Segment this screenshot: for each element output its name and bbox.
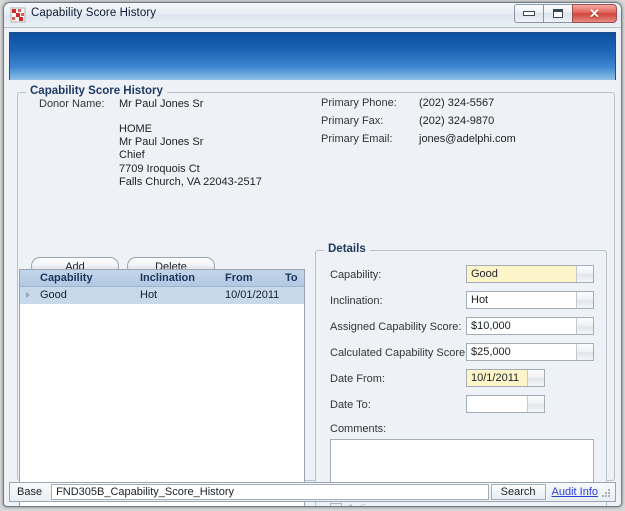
inclination-value: Hot	[471, 294, 489, 306]
address-line: HOME	[119, 123, 152, 135]
grid-header-from[interactable]: From	[221, 270, 281, 286]
inclination-select[interactable]: Hot	[466, 291, 594, 309]
chevron-down-icon[interactable]	[576, 266, 593, 282]
cell-inclination: Hot	[140, 289, 158, 301]
primary-email-label: Primary Email:	[321, 133, 393, 145]
title-bar: Capability Score History ✕	[4, 3, 621, 28]
group-title-main: Capability Score History	[26, 85, 167, 97]
primary-phone-label: Primary Phone:	[321, 97, 397, 109]
assigned-capability-score-select[interactable]: $10,000	[466, 317, 594, 335]
row-indicator	[20, 287, 36, 304]
grid-header-capability[interactable]: Capability	[36, 270, 136, 286]
calendar-dropdown-icon[interactable]	[527, 370, 544, 386]
calendar-dropdown-icon[interactable]	[527, 396, 544, 412]
address-line: Mr Paul Jones Sr	[119, 136, 204, 149]
date-to-label: Date To:	[330, 399, 371, 411]
active-checkbox: Active	[330, 503, 377, 506]
cell-capability: Good	[40, 289, 67, 301]
assigned-capability-score-value: $10,000	[471, 320, 511, 332]
calculated-capability-score-select[interactable]: $25,000	[466, 343, 594, 361]
address-line: Falls Church, VA 22043-2517	[119, 175, 262, 188]
primary-email-value: jones@adelphi.com	[419, 133, 516, 145]
capability-label: Capability:	[330, 269, 382, 281]
comments-label: Comments:	[330, 423, 387, 435]
maximize-icon	[553, 9, 563, 18]
active-label: Active	[347, 503, 377, 506]
table-row[interactable]: Good Hot 10/01/2011	[20, 287, 304, 304]
resize-grip-icon[interactable]	[602, 487, 612, 497]
cell-from: 10/01/2011	[225, 289, 280, 301]
capability-value: Good	[471, 268, 498, 280]
grid-header-inclination[interactable]: Inclination	[136, 270, 221, 286]
minimize-icon	[523, 11, 535, 16]
audit-info-link[interactable]: Audit Info	[548, 486, 602, 498]
chevron-down-icon[interactable]	[576, 292, 593, 308]
date-to-value	[467, 396, 527, 412]
address-line: Chief	[119, 149, 145, 162]
group-title-details: Details	[324, 243, 370, 255]
chevron-down-icon[interactable]	[576, 318, 593, 334]
capability-grid[interactable]: Capability Inclination From To Good Hot …	[19, 269, 305, 506]
close-button[interactable]: ✕	[572, 4, 617, 23]
date-from-label: Date From:	[330, 373, 386, 385]
header-banner	[9, 32, 616, 80]
date-from-picker[interactable]: 10/1/2011	[466, 369, 545, 387]
primary-fax-value: (202) 324-9870	[419, 115, 495, 127]
minimize-button[interactable]	[514, 4, 543, 23]
window-controls: ✕	[514, 4, 617, 23]
checkbox-checked-icon	[330, 503, 342, 506]
search-button[interactable]: Search	[490, 484, 546, 500]
donor-name-value: Mr Paul Jones Sr	[119, 98, 204, 110]
app-icon	[10, 7, 26, 23]
date-from-value: 10/1/2011	[471, 372, 520, 384]
donor-address: HOME Mr Paul Jones Sr Chief 7709 Iroquoi…	[119, 123, 262, 189]
close-icon: ✕	[589, 6, 600, 21]
details-group: Details Capability: Good Inclination: Ho…	[315, 243, 607, 506]
primary-fax-label: Primary Fax:	[321, 115, 384, 127]
date-to-picker[interactable]	[466, 395, 545, 413]
status-bar: Base FND305B_Capability_Score_History Se…	[9, 482, 616, 502]
base-label: Base	[17, 486, 43, 498]
address-line: 7709 Iroquois Ct	[119, 162, 200, 175]
maximize-button[interactable]	[543, 4, 572, 23]
grid-header-indicator	[20, 270, 36, 286]
calculated-capability-score-label: Calculated Capability Score:	[330, 347, 469, 359]
capability-select[interactable]: Good	[466, 265, 594, 283]
primary-phone-value: (202) 324-5567	[419, 97, 495, 109]
form-name-field[interactable]: FND305B_Capability_Score_History	[51, 484, 489, 500]
form-body: Capability Score History Donor Name: Mr …	[9, 80, 616, 506]
grid-header-row: Capability Inclination From To	[20, 270, 304, 287]
window-title: Capability Score History	[31, 7, 157, 19]
chevron-down-icon[interactable]	[576, 344, 593, 360]
donor-name-label: Donor Name:	[39, 98, 105, 110]
inclination-label: Inclination:	[330, 295, 383, 307]
calculated-capability-score-value: $25,000	[471, 346, 511, 358]
row-arrow-icon	[26, 292, 30, 298]
assigned-capability-score-label: Assigned Capability Score:	[330, 321, 462, 333]
application-window: Capability Score History ✕ Capability Sc…	[3, 2, 622, 507]
grid-header-to[interactable]: To	[281, 270, 304, 286]
